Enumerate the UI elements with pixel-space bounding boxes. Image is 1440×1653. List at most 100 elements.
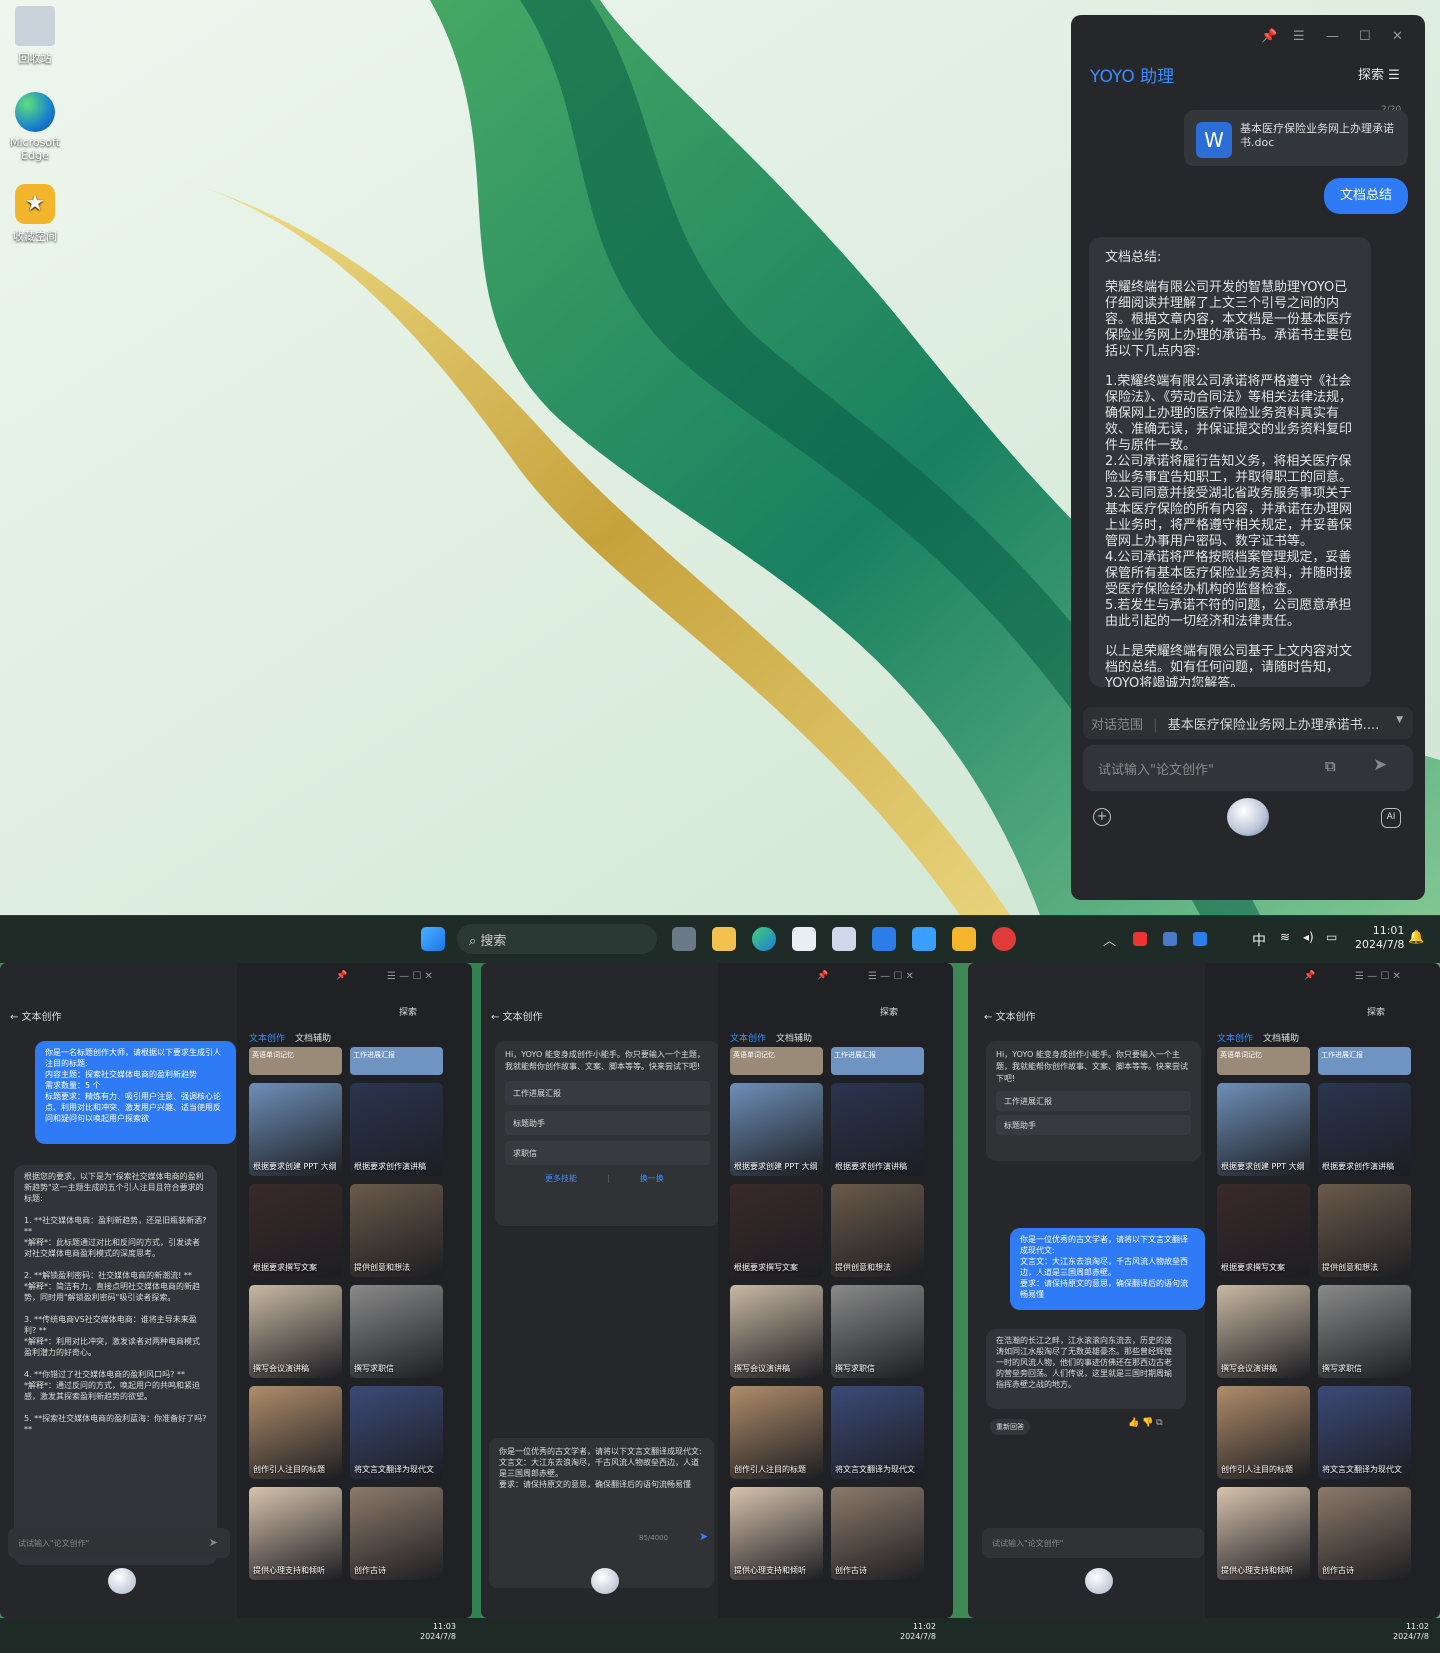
back-button[interactable]: ← 文本创作 <box>984 1008 1036 1023</box>
file-explorer-icon[interactable] <box>712 927 736 951</box>
back-button[interactable]: ← 文本创作 <box>491 1008 543 1023</box>
skill-card[interactable]: 将文言文翻译为现代文 <box>350 1386 443 1479</box>
send-icon[interactable]: ➤ <box>209 1536 218 1549</box>
pin-icon[interactable]: 📌 <box>1261 29 1277 44</box>
explore-button[interactable]: 探索 ☰ <box>1358 64 1400 83</box>
tray-app-icon[interactable] <box>1163 932 1177 946</box>
skill-card[interactable]: 创作古诗 <box>1318 1487 1411 1580</box>
skill-option[interactable]: 工作进展汇报 <box>505 1081 710 1105</box>
skill-card[interactable]: 创作引人注目的标题 <box>730 1386 823 1479</box>
explore-button[interactable]: 探索 <box>880 1005 898 1018</box>
skill-card[interactable]: 提供心理支持和倾听 <box>1217 1487 1310 1580</box>
mail-icon[interactable] <box>912 927 936 951</box>
app-w-icon[interactable] <box>872 927 896 951</box>
skill-option[interactable]: 求职信 <box>505 1141 710 1165</box>
skill-card[interactable]: 提供创意和想法 <box>1318 1184 1411 1277</box>
window-controls[interactable]: ☰ — ☐ ✕ <box>387 971 433 982</box>
tab-text-creation[interactable]: 文本创作 <box>249 1031 285 1044</box>
yoyo-avatar[interactable] <box>591 1568 619 1594</box>
yoyo-avatar[interactable] <box>108 1568 136 1594</box>
skill-card[interactable]: 创作古诗 <box>831 1487 924 1580</box>
store-icon[interactable] <box>792 927 816 951</box>
skill-card[interactable]: 提供心理支持和倾听 <box>730 1487 823 1580</box>
wifi-icon[interactable]: ≋ <box>1280 930 1290 944</box>
menu-icon[interactable]: ☰ <box>1293 29 1305 44</box>
explore-button[interactable]: 探索 <box>399 1005 417 1018</box>
skill-card[interactable]: 将文言文翻译为现代文 <box>831 1386 924 1479</box>
skill-card[interactable]: 根据要求创建 PPT 大纲 <box>1217 1083 1310 1176</box>
window-controls[interactable]: ☰ — ☐ ✕ <box>1355 971 1401 982</box>
feedback-icons[interactable]: 👍 👎 ⧉ <box>1128 1418 1163 1428</box>
skill-card[interactable]: 撰写求职信 <box>1318 1285 1411 1378</box>
skill-card[interactable]: 创作引人注目的标题 <box>249 1386 342 1479</box>
chat-input[interactable]: 试试输入"论文创作" ➤ <box>8 1528 230 1558</box>
regenerate-button[interactable]: 重新回答 <box>990 1419 1030 1435</box>
window-controls[interactable]: ☰ — ☐ ✕ <box>868 971 914 982</box>
skill-card[interactable]: 提供创意和想法 <box>350 1184 443 1277</box>
minimize-icon[interactable]: — <box>1326 29 1339 44</box>
chat-input[interactable]: 试试输入"论文创作" <box>982 1528 1204 1558</box>
back-button[interactable]: ← 文本创作 <box>10 1008 62 1023</box>
skill-card[interactable]: 创作引人注目的标题 <box>1217 1386 1310 1479</box>
skill-card[interactable]: 工作进展汇报 <box>1318 1047 1411 1075</box>
ai-icon[interactable]: AI <box>1381 808 1401 828</box>
start-icon[interactable] <box>421 927 445 951</box>
new-chat-icon[interactable]: ⧉ <box>1325 757 1336 775</box>
skill-card[interactable]: 提供创意和想法 <box>831 1184 924 1277</box>
skill-option[interactable]: 标题助手 <box>996 1115 1191 1135</box>
clock[interactable]: 11:01 2024/7/8 <box>1355 924 1404 952</box>
yoyo-taskbar-icon[interactable] <box>832 927 856 951</box>
skill-card[interactable]: 根据要求撰写文案 <box>249 1184 342 1277</box>
ime-indicator[interactable]: 中 <box>1252 930 1266 950</box>
skill-card[interactable]: 英语单词记忆 <box>249 1047 342 1075</box>
chat-input-box[interactable]: 试试输入"论文创作" ⧉ ➤ <box>1083 745 1413 791</box>
yoyo-avatar[interactable] <box>1085 1568 1113 1594</box>
skill-card[interactable]: 工作进展汇报 <box>350 1047 443 1075</box>
desktop-icon-favorites[interactable]: ★ 收藏空间 <box>5 184 65 244</box>
maximize-icon[interactable]: ☐ <box>1359 29 1371 44</box>
close-icon[interactable]: ✕ <box>1392 29 1403 44</box>
clock[interactable]: 11:02 2024/7/8 <box>1393 1622 1429 1642</box>
pin-icon[interactable]: 📌 <box>817 971 828 981</box>
send-icon[interactable]: ➤ <box>1373 755 1387 775</box>
tab-doc-assist[interactable]: 文档辅助 <box>1263 1031 1299 1044</box>
task-view-icon[interactable] <box>672 927 696 951</box>
skill-card[interactable]: 根据要求创建 PPT 大纲 <box>249 1083 342 1176</box>
skill-card[interactable]: 根据要求撰写文案 <box>1217 1184 1310 1277</box>
skill-option[interactable]: 工作进展汇报 <box>996 1091 1191 1111</box>
favorites-taskbar-icon[interactable] <box>952 927 976 951</box>
tab-doc-assist[interactable]: 文档辅助 <box>776 1031 812 1044</box>
skill-card[interactable]: 撰写会议演讲稿 <box>249 1285 342 1378</box>
skill-card[interactable]: 撰写会议演讲稿 <box>1217 1285 1310 1378</box>
scope-selector[interactable]: 对话范围 | 基本医疗保险业务网上办理承诺书.... ▼ <box>1083 707 1413 739</box>
skill-card[interactable]: 英语单词记忆 <box>1217 1047 1310 1075</box>
chat-input-expanded[interactable]: 你是一位优秀的古文学者，请将以下文言文翻译成现代文: 文言文：大江东去浪淘尽，千… <box>489 1438 714 1588</box>
skill-card[interactable]: 根据要求创作演讲稿 <box>831 1083 924 1176</box>
skill-card[interactable]: 提供心理支持和倾听 <box>249 1487 342 1580</box>
skill-option[interactable]: 标题助手 <box>505 1111 710 1135</box>
desktop-icon-recycle-bin[interactable]: 回收站 <box>5 6 65 66</box>
edge-taskbar-icon[interactable] <box>752 927 776 951</box>
skill-card[interactable]: 撰写求职信 <box>831 1285 924 1378</box>
clock[interactable]: 11:02 2024/7/8 <box>900 1622 936 1642</box>
skill-card[interactable]: 撰写求职信 <box>350 1285 443 1378</box>
doc-attachment[interactable]: W 基本医疗保险业务网上办理承诺书.doc <box>1184 110 1408 166</box>
tray-chevron-icon[interactable]: ︿ <box>1103 930 1116 949</box>
skill-card[interactable]: 将文言文翻译为现代文 <box>1318 1386 1411 1479</box>
tab-text-creation[interactable]: 文本创作 <box>1217 1031 1253 1044</box>
more-skills-link[interactable]: 更多技能 <box>545 1174 577 1183</box>
tab-doc-assist[interactable]: 文档辅助 <box>295 1031 331 1044</box>
volume-icon[interactable]: ◂) <box>1303 930 1314 944</box>
tray-app-icon[interactable] <box>1133 932 1147 946</box>
desktop-icon-edge[interactable]: Microsoft Edge <box>5 92 65 162</box>
skill-card[interactable]: 根据要求创作演讲稿 <box>1318 1083 1411 1176</box>
pin-icon[interactable]: 📌 <box>336 971 347 981</box>
music-icon[interactable] <box>992 927 1016 951</box>
send-icon[interactable]: ➤ <box>699 1530 708 1543</box>
swap-link[interactable]: 换一换 <box>640 1174 664 1183</box>
tab-text-creation[interactable]: 文本创作 <box>730 1031 766 1044</box>
battery-icon[interactable]: ▭ <box>1326 930 1337 944</box>
skill-card[interactable]: 创作古诗 <box>350 1487 443 1580</box>
taskbar-search[interactable]: ⌕ 搜索 <box>457 924 657 954</box>
add-icon[interactable]: + <box>1093 808 1111 826</box>
